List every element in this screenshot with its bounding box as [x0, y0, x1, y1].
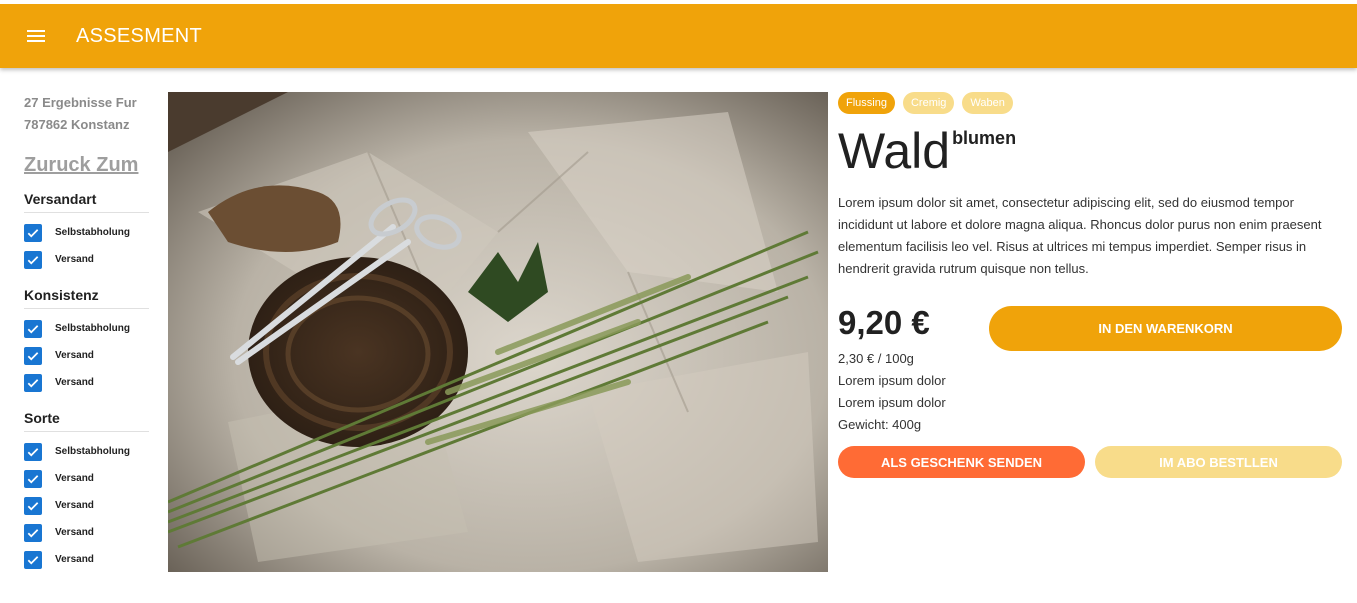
results-line-2: 787862 Konstanz	[24, 117, 130, 132]
filter-option[interactable]: Selbstabholung	[24, 219, 149, 246]
app-title: ASSESMENT	[76, 24, 203, 47]
filter-option[interactable]: Selbstabholung	[24, 315, 149, 342]
checkbox-checked-icon[interactable]	[24, 223, 42, 242]
chip-cremig[interactable]: Cremig	[902, 92, 955, 114]
filter-option-label: Versand	[55, 350, 94, 361]
filter-option-label: Versand	[55, 254, 94, 265]
filter-group-title: Sorte	[24, 410, 149, 432]
menu-icon[interactable]	[24, 24, 48, 48]
product-title: Wald blumen	[838, 126, 1342, 176]
filter-sidebar: 27 Ergebnisse Fur 787862 Konstanz Zuruck…	[24, 92, 149, 573]
filter-group-versandart: Versandart Selbstabholung Versand	[24, 191, 149, 273]
results-line-1: 27 Ergebnisse Fur	[24, 95, 137, 110]
chip-waben[interactable]: Waben	[962, 92, 1013, 114]
checkbox-checked-icon[interactable]	[24, 319, 42, 338]
filter-group-sorte: Sorte Selbstabholung Versand Versand Ver…	[24, 410, 149, 573]
checkbox-checked-icon[interactable]	[24, 373, 42, 392]
send-as-gift-button[interactable]: ALS GESCHENK SENDEN	[838, 446, 1085, 478]
meta-line-2: Lorem ipsum dolor	[838, 395, 946, 410]
price: 9,20 €	[838, 304, 930, 341]
filter-option-label: Selbstabholung	[55, 227, 130, 238]
checkbox-checked-icon[interactable]	[24, 550, 42, 569]
filter-option[interactable]: Versand	[24, 492, 149, 519]
checkbox-checked-icon[interactable]	[24, 442, 42, 461]
chip-flussing[interactable]: Flussing	[838, 92, 895, 114]
filter-option-label: Versand	[55, 527, 94, 538]
filter-option[interactable]: Versand	[24, 342, 149, 369]
product-title-main: Wald	[838, 123, 951, 179]
product-detail: Flussing Cremig Waben Wald blumen Lorem …	[838, 92, 1342, 478]
meta-line-1: Lorem ipsum dolor	[838, 373, 946, 388]
checkbox-checked-icon[interactable]	[24, 523, 42, 542]
price-column: 9,20 € 2,30 € / 100g Lorem ipsum dolor L…	[838, 306, 989, 436]
filter-option[interactable]: Versand	[24, 546, 149, 573]
filter-option[interactable]: Versand	[24, 246, 149, 273]
product-title-sup: blumen	[952, 128, 1017, 148]
filter-option-label: Versand	[55, 554, 94, 565]
back-link[interactable]: Zuruck Zum	[24, 154, 149, 177]
filter-option[interactable]: Selbstabholung	[24, 438, 149, 465]
results-count: 27 Ergebnisse Fur 787862 Konstanz	[24, 92, 149, 136]
checkbox-checked-icon[interactable]	[24, 250, 42, 269]
subscribe-button[interactable]: IM ABO BESTLLEN	[1095, 446, 1342, 478]
filter-option-label: Selbstabholung	[55, 323, 130, 334]
product-chips: Flussing Cremig Waben	[838, 92, 1342, 114]
filter-option-label: Selbstabholung	[55, 446, 130, 457]
product-image	[168, 92, 828, 572]
filter-option[interactable]: Versand	[24, 465, 149, 492]
secondary-actions: ALS GESCHENK SENDEN IM ABO BESTLLEN	[838, 446, 1342, 478]
add-to-cart-button[interactable]: IN DEN WARENKORN	[989, 306, 1342, 351]
product-description: Lorem ipsum dolor sit amet, consectetur …	[838, 195, 1322, 276]
app-bar: ASSESMENT	[0, 0, 1357, 68]
unit-price: 2,30 € / 100g	[838, 351, 914, 366]
filter-group-title: Versandart	[24, 191, 149, 213]
filter-group-konsistenz: Konsistenz Selbstabholung Versand Versan…	[24, 287, 149, 396]
filter-option[interactable]: Versand	[24, 519, 149, 546]
filter-option[interactable]: Versand	[24, 369, 149, 396]
weight: Gewicht: 400g	[838, 417, 922, 432]
checkbox-checked-icon[interactable]	[24, 469, 42, 488]
buy-row: 9,20 € 2,30 € / 100g Lorem ipsum dolor L…	[838, 306, 1342, 436]
checkbox-checked-icon[interactable]	[24, 346, 42, 365]
filter-option-label: Versand	[55, 473, 94, 484]
filter-option-label: Versand	[55, 377, 94, 388]
filter-group-title: Konsistenz	[24, 287, 149, 309]
filter-option-label: Versand	[55, 500, 94, 511]
checkbox-checked-icon[interactable]	[24, 496, 42, 515]
